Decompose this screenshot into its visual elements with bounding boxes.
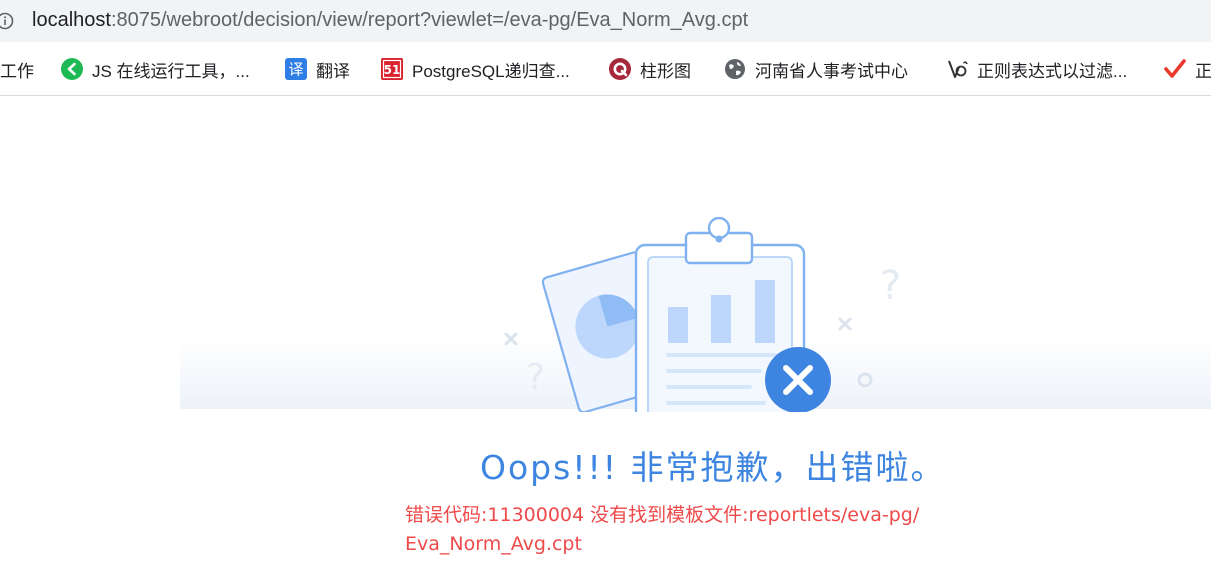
bookmark-label: 正 <box>1195 61 1211 81</box>
url-host: localhost <box>32 9 111 31</box>
bookmark-work[interactable]: 工作 <box>0 57 34 81</box>
q-logo-icon <box>609 58 631 80</box>
decor-question-right-icon: ? <box>880 263 901 309</box>
bookmark-translate[interactable]: 译 翻译 <box>285 57 350 81</box>
green-k-icon <box>61 58 83 80</box>
bookmark-regex[interactable]: 正则表达式以过滤... <box>946 57 1127 81</box>
bookmark-label: 河南省人事考试中心 <box>755 61 908 81</box>
address-bar[interactable]: localhost:8075/webroot/decision/view/rep… <box>0 0 1211 42</box>
decor-circle-icon <box>857 372 873 388</box>
svg-text:51: 51 <box>384 63 401 77</box>
bookmark-henan-exam[interactable]: 河南省人事考试中心 <box>724 57 908 81</box>
error-headline: Oops!!! 非常抱歉，出错啦。 <box>480 448 946 487</box>
51-icon: 51 <box>381 58 403 80</box>
bookmark-postgresql[interactable]: 51 PostgreSQL递归查... <box>381 57 570 81</box>
bookmarks-bar: 工作 JS 在线运行工具，... 译 翻译 51 PostgreSQL递归查..… <box>0 42 1211 96</box>
decor-x-left-icon <box>504 332 518 346</box>
svg-text:译: 译 <box>288 61 303 79</box>
error-illustration: ? ? <box>504 217 901 412</box>
bookmark-truncated[interactable]: 正 <box>1164 57 1211 81</box>
translate-icon: 译 <box>285 58 307 80</box>
bookmark-js-runner[interactable]: JS 在线运行工具，... <box>61 57 250 81</box>
url-path: :8075/webroot/decision/view/report?viewl… <box>110 9 749 31</box>
bookmark-label: JS 在线运行工具，... <box>92 61 250 81</box>
url-text[interactable]: localhost:8075/webroot/decision/view/rep… <box>32 9 748 32</box>
bookmark-label: 正则表达式以过滤... <box>977 61 1128 81</box>
bookmark-label: 工作 <box>0 61 34 81</box>
error-page: ? ? Oops!!! 非常抱歉，出错啦。 错误代码:11300004 没有找到… <box>0 97 1211 576</box>
decor-question-left-icon: ? <box>526 357 545 398</box>
decor-x-right-icon <box>838 317 852 331</box>
error-x-icon <box>765 347 831 412</box>
error-message: 错误代码:11300004 没有找到模板文件:reportlets/eva-pg… <box>405 504 920 555</box>
globe-icon <box>724 58 746 80</box>
regex-icon <box>946 58 968 80</box>
bookmark-label: PostgreSQL递归查... <box>412 61 570 81</box>
bookmark-label: 柱形图 <box>640 61 691 81</box>
bookmark-label: 翻译 <box>316 61 350 81</box>
checkmark-icon <box>1164 58 1186 80</box>
bookmark-bar-chart[interactable]: 柱形图 <box>609 57 691 81</box>
info-icon[interactable] <box>0 12 14 30</box>
